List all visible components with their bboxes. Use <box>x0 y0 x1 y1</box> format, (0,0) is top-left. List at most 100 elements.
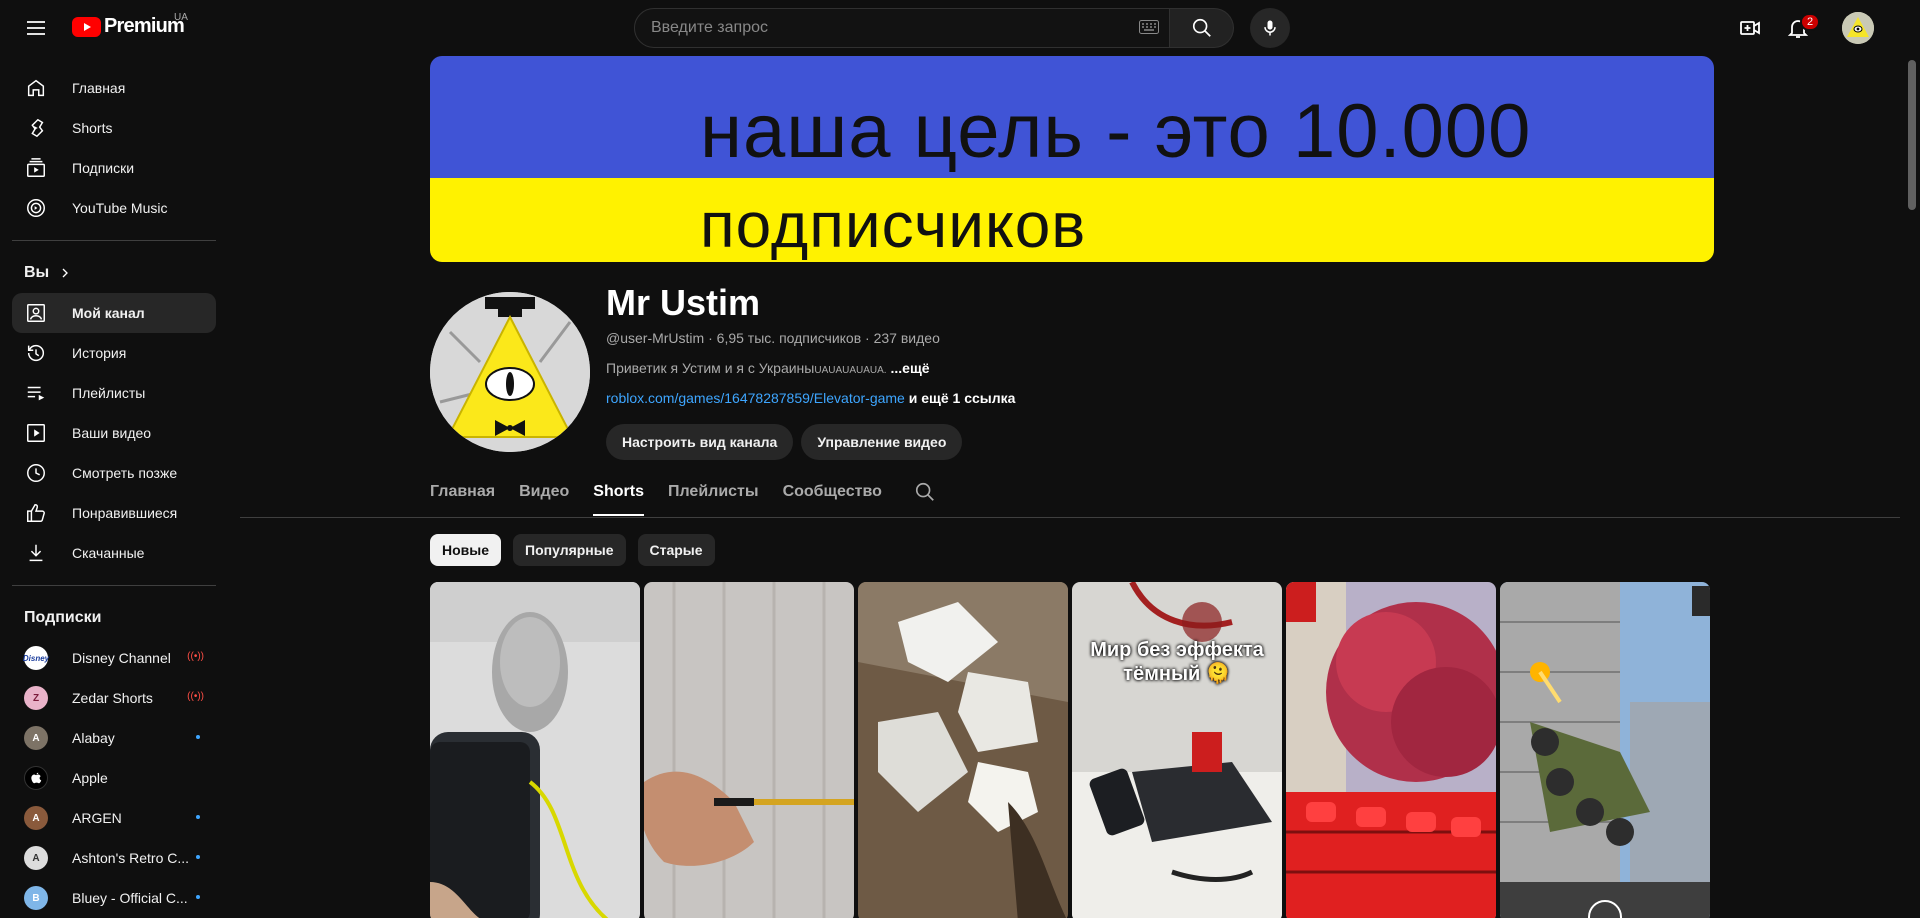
sidebar-item-subscriptions[interactable]: Подписки <box>12 148 216 188</box>
music-icon <box>24 196 48 220</box>
watch-later-icon <box>24 461 48 485</box>
subscription-item-zedar-shorts[interactable]: Z Zedar Shorts ((•)) <box>12 678 216 718</box>
customize-channel-button[interactable]: Настроить вид канала <box>606 424 794 460</box>
short-thumbnail[interactable] <box>1286 582 1496 918</box>
sidebar-item-youtube-music[interactable]: YouTube Music <box>12 188 216 228</box>
create-button[interactable] <box>1730 8 1770 48</box>
thumbs-up-icon <box>24 501 48 525</box>
tab-videos[interactable]: Видео <box>519 468 569 516</box>
banner-text-line2: подписчиков <box>700 189 1087 261</box>
menu-icon[interactable] <box>16 8 56 48</box>
subscription-label: Disney Channel <box>72 650 171 666</box>
subscription-item-alabay[interactable]: A Alabay <box>12 718 216 758</box>
channel-search-icon[interactable] <box>914 481 936 503</box>
channel-avatar-large[interactable] <box>430 292 590 452</box>
channel-tabs: Главная Видео Shorts Плейлисты Сообществ… <box>430 468 936 516</box>
you-header-label: Вы <box>24 264 50 281</box>
sidebar-item-watch-later[interactable]: Смотреть позже <box>12 453 216 493</box>
channel-banner: наша цель - это 10.000 подписчиков <box>430 56 1714 262</box>
sidebar-item-downloads[interactable]: Скачанные <box>12 533 216 573</box>
subscription-label: Apple <box>72 770 108 786</box>
short-thumbnail[interactable] <box>644 582 854 918</box>
create-video-icon <box>1740 21 1760 35</box>
search-input[interactable] <box>651 19 1111 37</box>
channel-description[interactable]: Приветик я Устим и я с УкраиныUAUAUAUAUA… <box>606 360 930 376</box>
channel-meta: @user-MrUstim · 6,95 тыс. подписчиков · … <box>606 330 940 346</box>
sidebar-item-history[interactable]: История <box>12 333 216 373</box>
subscription-label: Bluey - Official C... <box>72 890 188 906</box>
sidebar-item-my-channel[interactable]: Мой канал <box>12 293 216 333</box>
keyboard-icon[interactable] <box>1139 20 1159 39</box>
short-thumbnail[interactable]: Мир без эффекта тёмный 🫠 <box>1072 582 1282 918</box>
channel-avatar: Z <box>24 686 48 710</box>
shorts-grid: Мир без эффекта тёмный 🫠 <box>430 582 1710 918</box>
subscription-item-disney-channel[interactable]: Disney Disney Channel ((•)) <box>12 638 216 678</box>
search-icon <box>1192 18 1211 37</box>
search-button[interactable] <box>1170 8 1234 48</box>
sidebar-divider <box>12 240 216 241</box>
sidebar-divider <box>12 585 216 586</box>
logo-text: Premium <box>104 15 185 37</box>
description-text: Приветик я Устим и я с Украины <box>606 360 815 376</box>
apple-logo-icon <box>24 766 48 790</box>
sidebar-item-playlists[interactable]: Плейлисты <box>12 373 216 413</box>
youtube-premium-logo[interactable]: Premium UA <box>72 12 188 38</box>
subscription-item-apple[interactable]: Apple <box>12 758 216 798</box>
chip-popular[interactable]: Популярные <box>513 534 626 566</box>
sidebar-item-label: Главная <box>72 80 126 96</box>
subscription-item-ashtons-retro[interactable]: A Ashton's Retro C... <box>12 838 216 878</box>
chip-oldest[interactable]: Старые <box>637 534 715 566</box>
youtube-play-icon <box>72 16 101 37</box>
subscription-label: Alabay <box>72 730 115 746</box>
subscriptions-icon <box>24 156 48 180</box>
new-content-dot <box>196 815 200 819</box>
download-icon <box>24 541 48 565</box>
channel-avatar: A <box>24 726 48 750</box>
meta-separator: · <box>865 330 874 346</box>
new-content-dot <box>196 855 200 859</box>
sidebar-you-header[interactable]: Вы <box>0 253 228 293</box>
channel-actions: Настроить вид канала Управление видео <box>606 424 963 460</box>
channel-avatar: Disney <box>23 646 49 670</box>
sidebar-item-label: Ваши видео <box>72 425 152 441</box>
sidebar-item-home[interactable]: Главная <box>12 68 216 108</box>
notifications-button[interactable]: 2 <box>1778 8 1821 48</box>
chip-newest[interactable]: Новые <box>430 534 502 566</box>
description-more[interactable]: ...ещё <box>890 360 929 376</box>
sidebar-item-shorts[interactable]: Shorts <box>12 108 216 148</box>
sidebar-item-your-videos[interactable]: Ваши видео <box>12 413 216 453</box>
sidebar-item-label: Подписки <box>72 160 135 176</box>
manage-videos-button[interactable]: Управление видео <box>801 424 963 460</box>
channel-link[interactable]: roblox.com/games/16478287859/Elevator-ga… <box>606 390 905 406</box>
short-thumbnail[interactable] <box>858 582 1068 918</box>
sidebar-item-label: Мой канал <box>72 305 145 321</box>
subscription-item-argen[interactable]: A ARGEN <box>12 798 216 838</box>
sidebar-item-label: Shorts <box>72 120 113 136</box>
live-indicator-icon: ((•)) <box>187 691 204 702</box>
playlists-icon <box>24 381 48 405</box>
account-avatar[interactable] <box>1842 12 1874 44</box>
tab-home[interactable]: Главная <box>430 468 495 516</box>
sidebar-item-liked[interactable]: Понравившиеся <box>12 493 216 533</box>
tabs-divider <box>240 517 1900 518</box>
sidebar-subscriptions-header: Подписки <box>24 609 102 626</box>
top-bar: Premium UA 2 <box>0 0 1920 56</box>
voice-search-button[interactable] <box>1250 8 1290 48</box>
page-scrollbar[interactable] <box>1904 56 1920 918</box>
short-thumbnail[interactable] <box>1500 582 1710 918</box>
short-caption: Мир без эффекта тёмный 🫠 <box>1090 639 1264 685</box>
tab-community[interactable]: Сообщество <box>783 468 882 516</box>
subscription-item-bluey[interactable]: B Bluey - Official C... <box>12 878 216 918</box>
more-links[interactable]: и ещё 1 ссылка <box>909 390 1016 406</box>
meta-separator: · <box>708 330 717 346</box>
tab-shorts[interactable]: Shorts <box>593 468 644 516</box>
subscription-label: ARGEN <box>72 810 122 826</box>
sort-chips: Новые Популярные Старые <box>430 534 715 566</box>
scrollbar-thumb[interactable] <box>1908 60 1916 210</box>
description-tail: UAUAUAUAUA. <box>814 365 887 376</box>
short-thumbnail[interactable] <box>430 582 640 918</box>
new-content-dot <box>196 895 200 899</box>
channel-links: roblox.com/games/16478287859/Elevator-ga… <box>606 390 1015 406</box>
tab-playlists[interactable]: Плейлисты <box>668 468 759 516</box>
search-box <box>634 8 1170 48</box>
